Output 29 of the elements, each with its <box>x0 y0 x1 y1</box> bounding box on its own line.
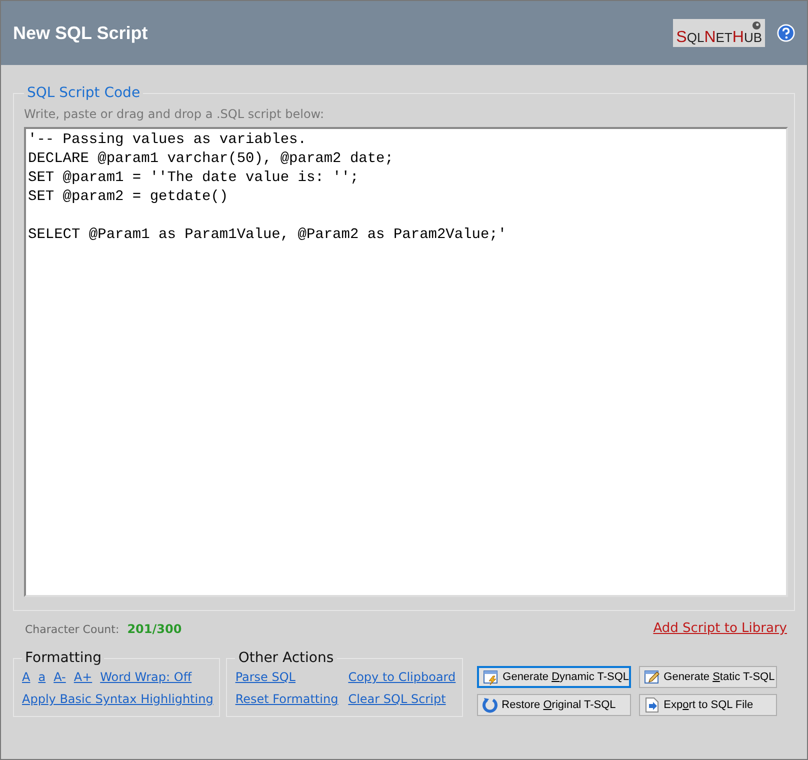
action-link[interactable]: Parse SQL <box>235 666 338 688</box>
count-label: Character Count: <box>25 622 120 636</box>
format-link[interactable]: Word Wrap: Off <box>100 666 192 688</box>
help-icon[interactable] <box>777 24 795 42</box>
export-file-icon <box>644 697 660 713</box>
group-title: SQL Script Code <box>26 85 142 101</box>
action-link[interactable]: Clear SQL Script <box>348 688 456 710</box>
action-button[interactable]: Generate Static T-SQL <box>638 666 777 688</box>
format-link[interactable]: A- <box>54 666 66 688</box>
action-link[interactable]: Copy to Clipboard <box>348 666 456 688</box>
circular-arrow-icon <box>482 697 498 713</box>
logo: SQLNETHUB <box>673 19 765 47</box>
pencil-window-icon <box>644 669 660 685</box>
action-button[interactable]: Generate Dynamic T-SQL <box>476 666 631 688</box>
group-title: Formatting <box>24 650 102 666</box>
count-value: 201/300 <box>127 622 182 636</box>
action-button[interactable]: Export to SQL File <box>638 694 777 716</box>
syntax-highlight-link[interactable]: Apply Basic Syntax Highlighting <box>22 692 214 706</box>
window-title: New SQL Script <box>13 22 148 44</box>
lightning-window-icon <box>482 669 499 685</box>
code-editor[interactable]: '-- Passing values as variables. DECLARE @param1 varchar(50), @param2 date; SET @param1 = ''The date value is: ''; SET @param2 = getdate() SELECT @Param1 as Param1Value, @Param2 as Param2Value;' <box>24 127 788 597</box>
format-link[interactable]: a <box>38 666 46 688</box>
action-button[interactable]: Restore Original T-SQL <box>476 694 631 716</box>
group-title: Other Actions <box>237 650 335 666</box>
format-link[interactable]: A+ <box>74 666 92 688</box>
action-link[interactable]: Reset Formatting <box>235 688 338 710</box>
add-to-library-link[interactable]: Add Script to Library <box>653 621 787 636</box>
hint-text: Write, paste or drag and drop a .SQL script below: <box>24 107 325 121</box>
format-link[interactable]: A <box>22 666 30 688</box>
